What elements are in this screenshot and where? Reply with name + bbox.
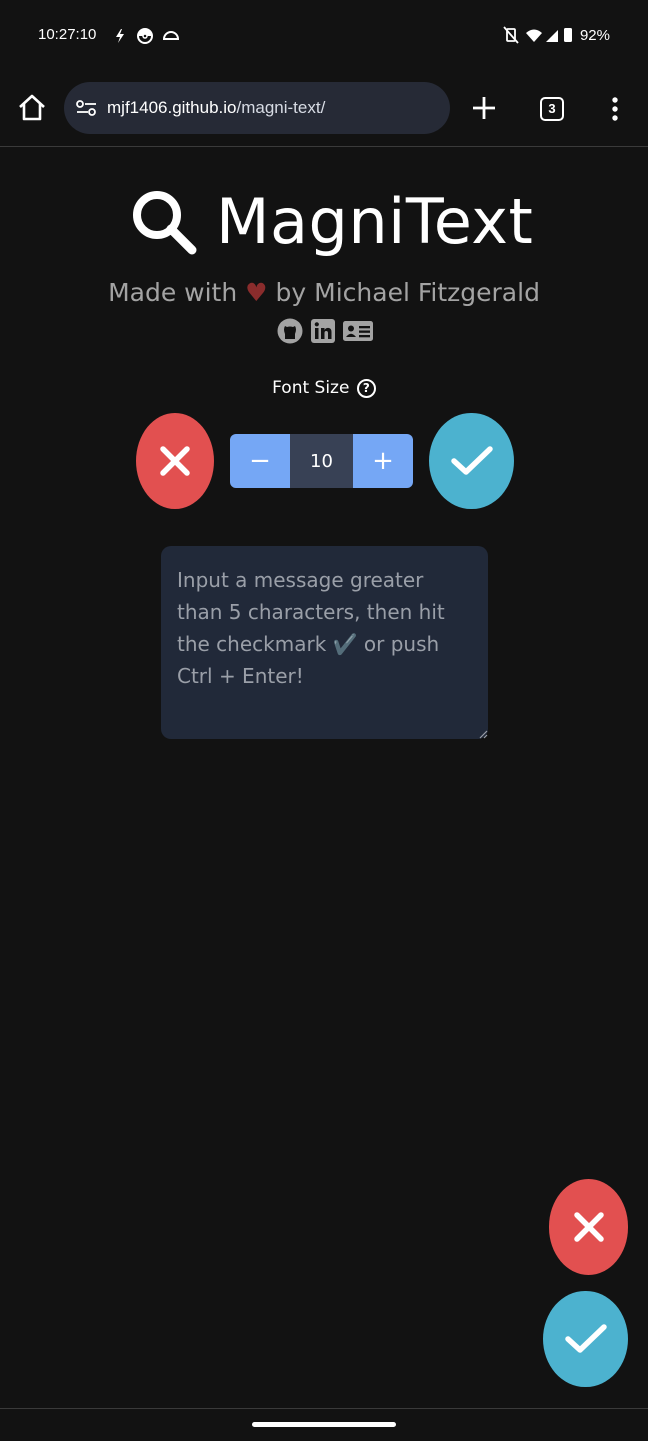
cloud-icon	[162, 31, 180, 40]
byline: Made with ♥ by Michael Fitzgerald	[0, 278, 648, 307]
message-input[interactable]: Input a message greater than 5 character…	[161, 546, 488, 739]
status-left-icons	[113, 26, 193, 50]
heart-icon: ♥	[245, 278, 268, 307]
signal-icon	[545, 30, 558, 42]
resize-handle-icon[interactable]	[478, 729, 488, 739]
battery-icon	[563, 28, 572, 42]
address-bar[interactable]: mjf1406.github.io/magni-text/	[64, 82, 450, 134]
browser-toolbar: mjf1406.github.io/magni-text/ 3	[0, 70, 648, 147]
font-size-label: Font Size ?	[0, 378, 648, 398]
magnifier-icon	[133, 190, 197, 254]
status-time: 10:27:10	[38, 26, 97, 43]
site-settings-icon[interactable]	[76, 98, 98, 122]
new-tab-button[interactable]	[470, 94, 498, 126]
increment-button[interactable]: +	[353, 434, 413, 488]
linkedin-icon[interactable]	[310, 318, 336, 344]
social-links	[276, 317, 374, 345]
clear-button[interactable]	[136, 413, 214, 509]
floating-clear-button[interactable]	[549, 1179, 628, 1275]
help-icon[interactable]: ?	[356, 378, 376, 398]
check-icon	[450, 446, 493, 475]
decrement-button[interactable]: −	[230, 434, 290, 488]
status-bar: 10:27:10 92%	[0, 0, 648, 70]
more-vert-icon	[612, 97, 618, 121]
font-size-input[interactable]: 10	[290, 434, 353, 488]
floating-submit-button[interactable]	[543, 1291, 628, 1387]
home-icon	[19, 94, 45, 121]
submit-button[interactable]	[429, 413, 514, 509]
byline-prefix: Made with	[108, 278, 238, 307]
contact-card-icon[interactable]	[342, 319, 374, 343]
wifi-icon	[525, 29, 542, 42]
url-path: /magni-text/	[236, 98, 326, 117]
url-text: mjf1406.github.io/magni-text/	[107, 98, 325, 118]
home-gesture-handle[interactable]	[252, 1422, 396, 1427]
message-placeholder: Input a message greater than 5 character…	[177, 568, 445, 688]
pokeball-icon	[137, 28, 153, 44]
app-title: MagniText	[130, 185, 533, 258]
byline-author: by Michael Fitzgerald	[275, 278, 540, 307]
tab-switcher-button[interactable]: 3	[540, 97, 564, 121]
font-size-label-text: Font Size	[272, 378, 350, 398]
font-size-stepper: − 10 +	[230, 434, 413, 488]
github-icon[interactable]	[276, 317, 304, 345]
vibrate-off-icon	[503, 26, 519, 44]
url-host: mjf1406.github.io	[107, 98, 237, 117]
status-right: 92%	[502, 25, 610, 45]
home-button[interactable]	[16, 92, 48, 124]
page-title: MagniText	[216, 185, 534, 258]
close-icon	[573, 1212, 604, 1242]
battery-level: 92%	[579, 26, 610, 44]
plus-icon	[473, 97, 495, 119]
browser-menu-button[interactable]	[610, 96, 620, 126]
close-icon	[160, 446, 190, 476]
check-icon	[564, 1324, 607, 1353]
flash-icon	[116, 29, 124, 43]
system-nav-bar	[0, 1408, 648, 1441]
